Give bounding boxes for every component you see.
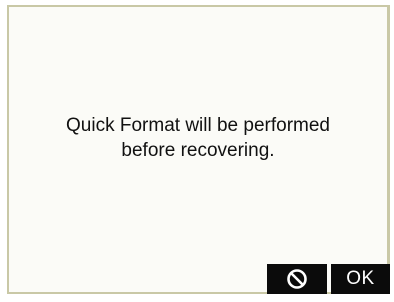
cancel-button[interactable] <box>267 264 327 294</box>
ok-button-label: OK <box>346 268 375 289</box>
prohibited-icon <box>287 269 307 289</box>
camera-screen: Quick Format will be performed before re… <box>0 0 394 302</box>
dialog-panel: Quick Format will be performed before re… <box>7 5 390 294</box>
dialog-message: Quick Format will be performed before re… <box>11 113 385 163</box>
ok-button[interactable]: OK <box>331 264 390 294</box>
dialog-message-line-2: before recovering. <box>121 140 275 161</box>
dialog-message-line-1: Quick Format will be performed <box>66 115 330 136</box>
